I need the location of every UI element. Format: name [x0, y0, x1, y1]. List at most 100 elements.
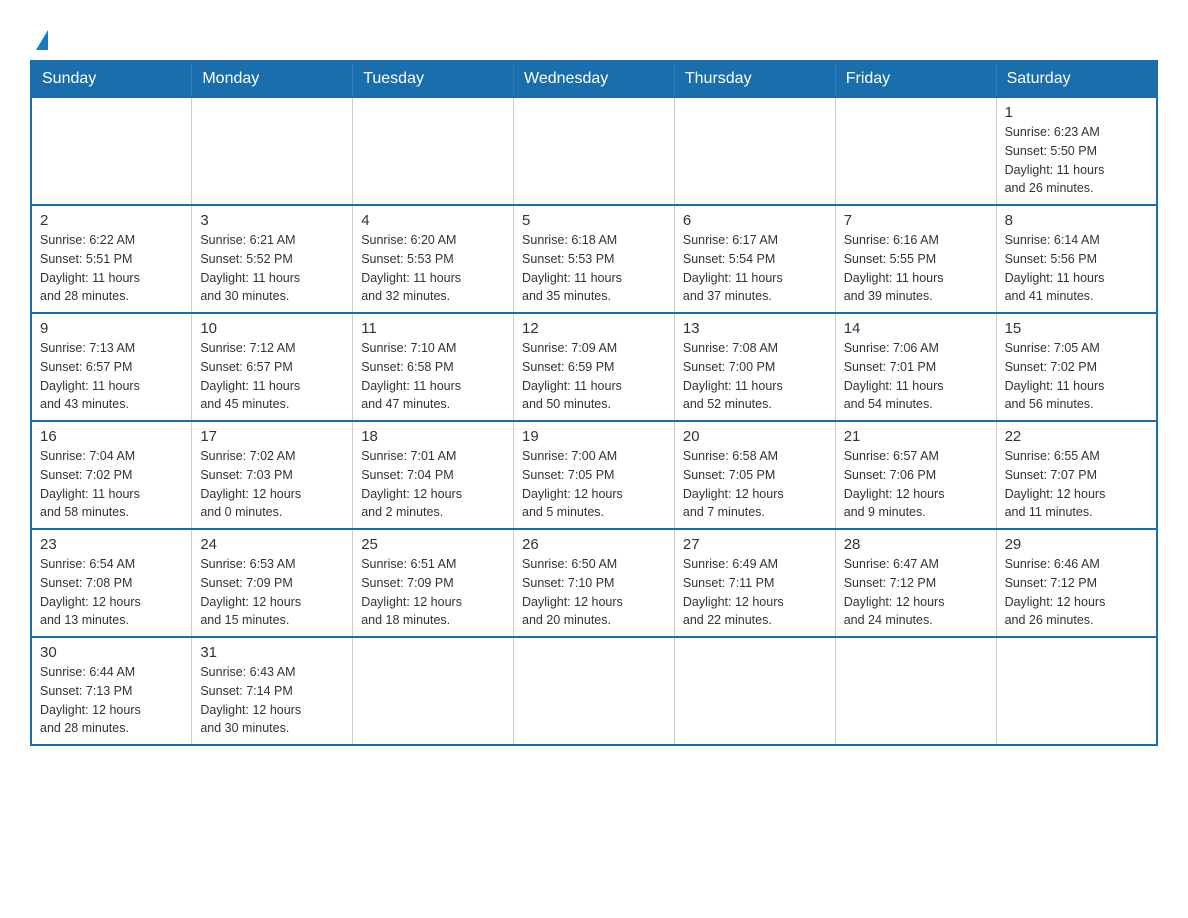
- calendar-cell: 19Sunrise: 7:00 AMSunset: 7:05 PMDayligh…: [514, 421, 675, 529]
- day-number: 30: [40, 644, 183, 661]
- day-number: 15: [1005, 320, 1148, 337]
- calendar-week-row: 23Sunrise: 6:54 AMSunset: 7:08 PMDayligh…: [31, 529, 1157, 637]
- calendar-cell: [514, 97, 675, 205]
- calendar-cell: 8 Sunrise: 6:14 AMSunset: 5:56 PMDaylight…: [996, 205, 1157, 313]
- calendar-cell: 31 Sunrise: 6:43 AMSunset: 7:14 PMDayligh…: [192, 637, 353, 745]
- calendar-cell: [353, 637, 514, 745]
- calendar-cell: 12 Sunrise: 7:09 AMSunset: 6:59 PMDayligh…: [514, 313, 675, 421]
- calendar-cell: [353, 97, 514, 205]
- calendar-week-row: 16 Sunrise: 7:04 AMSunset: 7:02 PMDayligh…: [31, 421, 1157, 529]
- day-number: 8: [1005, 212, 1148, 229]
- day-info: Sunrise: 6:17 AMSunset: 5:54 PMDaylight:…: [683, 231, 827, 306]
- calendar-cell: 15 Sunrise: 7:05 AMSunset: 7:02 PMDayligh…: [996, 313, 1157, 421]
- day-info: Sunrise: 7:13 AMSunset: 6:57 PMDaylight:…: [40, 339, 183, 414]
- day-info: Sunrise: 6:18 AMSunset: 5:53 PMDaylight:…: [522, 231, 666, 306]
- calendar-cell: 2Sunrise: 6:22 AMSunset: 5:51 PMDaylight…: [31, 205, 192, 313]
- day-number: 13: [683, 320, 827, 337]
- calendar-cell: 13Sunrise: 7:08 AMSunset: 7:00 PMDayligh…: [674, 313, 835, 421]
- calendar-cell: 3Sunrise: 6:21 AMSunset: 5:52 PMDaylight…: [192, 205, 353, 313]
- day-info: Sunrise: 6:23 AMSunset: 5:50 PMDaylight:…: [1005, 123, 1148, 198]
- weekday-header-thursday: Thursday: [674, 61, 835, 97]
- day-info: Sunrise: 6:53 AMSunset: 7:09 PMDaylight:…: [200, 555, 344, 630]
- calendar-cell: [996, 637, 1157, 745]
- day-number: 1: [1005, 104, 1148, 121]
- day-info: Sunrise: 6:14 AMSunset: 5:56 PMDaylight:…: [1005, 231, 1148, 306]
- day-number: 24: [200, 536, 344, 553]
- calendar-cell: 1 Sunrise: 6:23 AMSunset: 5:50 PMDaylight…: [996, 97, 1157, 205]
- calendar-cell: 10 Sunrise: 7:12 AMSunset: 6:57 PMDayligh…: [192, 313, 353, 421]
- calendar-cell: 11 Sunrise: 7:10 AMSunset: 6:58 PMDayligh…: [353, 313, 514, 421]
- day-number: 26: [522, 536, 666, 553]
- day-number: 11: [361, 320, 505, 337]
- day-number: 28: [844, 536, 988, 553]
- calendar-cell: [674, 637, 835, 745]
- day-number: 3: [200, 212, 344, 229]
- day-number: 31: [200, 644, 344, 661]
- day-number: 12: [522, 320, 666, 337]
- day-info: Sunrise: 7:05 AMSunset: 7:02 PMDaylight:…: [1005, 339, 1148, 414]
- calendar-cell: [835, 637, 996, 745]
- day-number: 16: [40, 428, 183, 445]
- day-info: Sunrise: 6:44 AMSunset: 7:13 PMDaylight:…: [40, 663, 183, 738]
- logo-triangle-icon: [36, 30, 48, 50]
- page-header: [30, 20, 1158, 50]
- weekday-header-wednesday: Wednesday: [514, 61, 675, 97]
- weekday-header-monday: Monday: [192, 61, 353, 97]
- calendar-cell: 26 Sunrise: 6:50 AMSunset: 7:10 PMDayligh…: [514, 529, 675, 637]
- day-info: Sunrise: 6:50 AMSunset: 7:10 PMDaylight:…: [522, 555, 666, 630]
- day-number: 10: [200, 320, 344, 337]
- day-info: Sunrise: 7:02 AMSunset: 7:03 PMDaylight:…: [200, 447, 344, 522]
- day-number: 14: [844, 320, 988, 337]
- day-info: Sunrise: 6:43 AMSunset: 7:14 PMDaylight:…: [200, 663, 344, 738]
- weekday-header-friday: Friday: [835, 61, 996, 97]
- logo: [30, 20, 48, 50]
- day-number: 27: [683, 536, 827, 553]
- day-number: 22: [1005, 428, 1148, 445]
- calendar-cell: 6 Sunrise: 6:17 AMSunset: 5:54 PMDaylight…: [674, 205, 835, 313]
- day-number: 20: [683, 428, 827, 445]
- day-info: Sunrise: 7:09 AMSunset: 6:59 PMDaylight:…: [522, 339, 666, 414]
- day-number: 29: [1005, 536, 1148, 553]
- day-info: Sunrise: 6:51 AMSunset: 7:09 PMDaylight:…: [361, 555, 505, 630]
- day-number: 6: [683, 212, 827, 229]
- calendar-cell: 18Sunrise: 7:01 AMSunset: 7:04 PMDayligh…: [353, 421, 514, 529]
- calendar-cell: [192, 97, 353, 205]
- day-info: Sunrise: 7:10 AMSunset: 6:58 PMDaylight:…: [361, 339, 505, 414]
- day-number: 18: [361, 428, 505, 445]
- weekday-header-tuesday: Tuesday: [353, 61, 514, 97]
- calendar-cell: 21 Sunrise: 6:57 AMSunset: 7:06 PMDayligh…: [835, 421, 996, 529]
- calendar-cell: [31, 97, 192, 205]
- day-number: 7: [844, 212, 988, 229]
- calendar-cell: 9 Sunrise: 7:13 AMSunset: 6:57 PMDaylight…: [31, 313, 192, 421]
- day-info: Sunrise: 6:46 AMSunset: 7:12 PMDaylight:…: [1005, 555, 1148, 630]
- calendar-cell: 27 Sunrise: 6:49 AMSunset: 7:11 PMDayligh…: [674, 529, 835, 637]
- calendar-cell: 20Sunrise: 6:58 AMSunset: 7:05 PMDayligh…: [674, 421, 835, 529]
- calendar-cell: 5Sunrise: 6:18 AMSunset: 5:53 PMDaylight…: [514, 205, 675, 313]
- calendar-cell: [674, 97, 835, 205]
- day-number: 2: [40, 212, 183, 229]
- day-info: Sunrise: 7:12 AMSunset: 6:57 PMDaylight:…: [200, 339, 344, 414]
- day-info: Sunrise: 6:57 AMSunset: 7:06 PMDaylight:…: [844, 447, 988, 522]
- day-number: 17: [200, 428, 344, 445]
- day-number: 9: [40, 320, 183, 337]
- day-info: Sunrise: 6:49 AMSunset: 7:11 PMDaylight:…: [683, 555, 827, 630]
- calendar-table: SundayMondayTuesdayWednesdayThursdayFrid…: [30, 60, 1158, 746]
- day-number: 21: [844, 428, 988, 445]
- calendar-cell: 25Sunrise: 6:51 AMSunset: 7:09 PMDayligh…: [353, 529, 514, 637]
- calendar-cell: 17 Sunrise: 7:02 AMSunset: 7:03 PMDayligh…: [192, 421, 353, 529]
- calendar-cell: 22 Sunrise: 6:55 AMSunset: 7:07 PMDayligh…: [996, 421, 1157, 529]
- day-info: Sunrise: 6:55 AMSunset: 7:07 PMDaylight:…: [1005, 447, 1148, 522]
- calendar-cell: [514, 637, 675, 745]
- calendar-cell: 29 Sunrise: 6:46 AMSunset: 7:12 PMDayligh…: [996, 529, 1157, 637]
- day-info: Sunrise: 6:54 AMSunset: 7:08 PMDaylight:…: [40, 555, 183, 630]
- calendar-cell: 30 Sunrise: 6:44 AMSunset: 7:13 PMDayligh…: [31, 637, 192, 745]
- weekday-header-saturday: Saturday: [996, 61, 1157, 97]
- calendar-cell: [835, 97, 996, 205]
- weekday-header-row: SundayMondayTuesdayWednesdayThursdayFrid…: [31, 61, 1157, 97]
- calendar-cell: 28Sunrise: 6:47 AMSunset: 7:12 PMDayligh…: [835, 529, 996, 637]
- day-info: Sunrise: 7:04 AMSunset: 7:02 PMDaylight:…: [40, 447, 183, 522]
- day-info: Sunrise: 6:16 AMSunset: 5:55 PMDaylight:…: [844, 231, 988, 306]
- day-number: 4: [361, 212, 505, 229]
- calendar-cell: 23Sunrise: 6:54 AMSunset: 7:08 PMDayligh…: [31, 529, 192, 637]
- calendar-week-row: 1 Sunrise: 6:23 AMSunset: 5:50 PMDaylight…: [31, 97, 1157, 205]
